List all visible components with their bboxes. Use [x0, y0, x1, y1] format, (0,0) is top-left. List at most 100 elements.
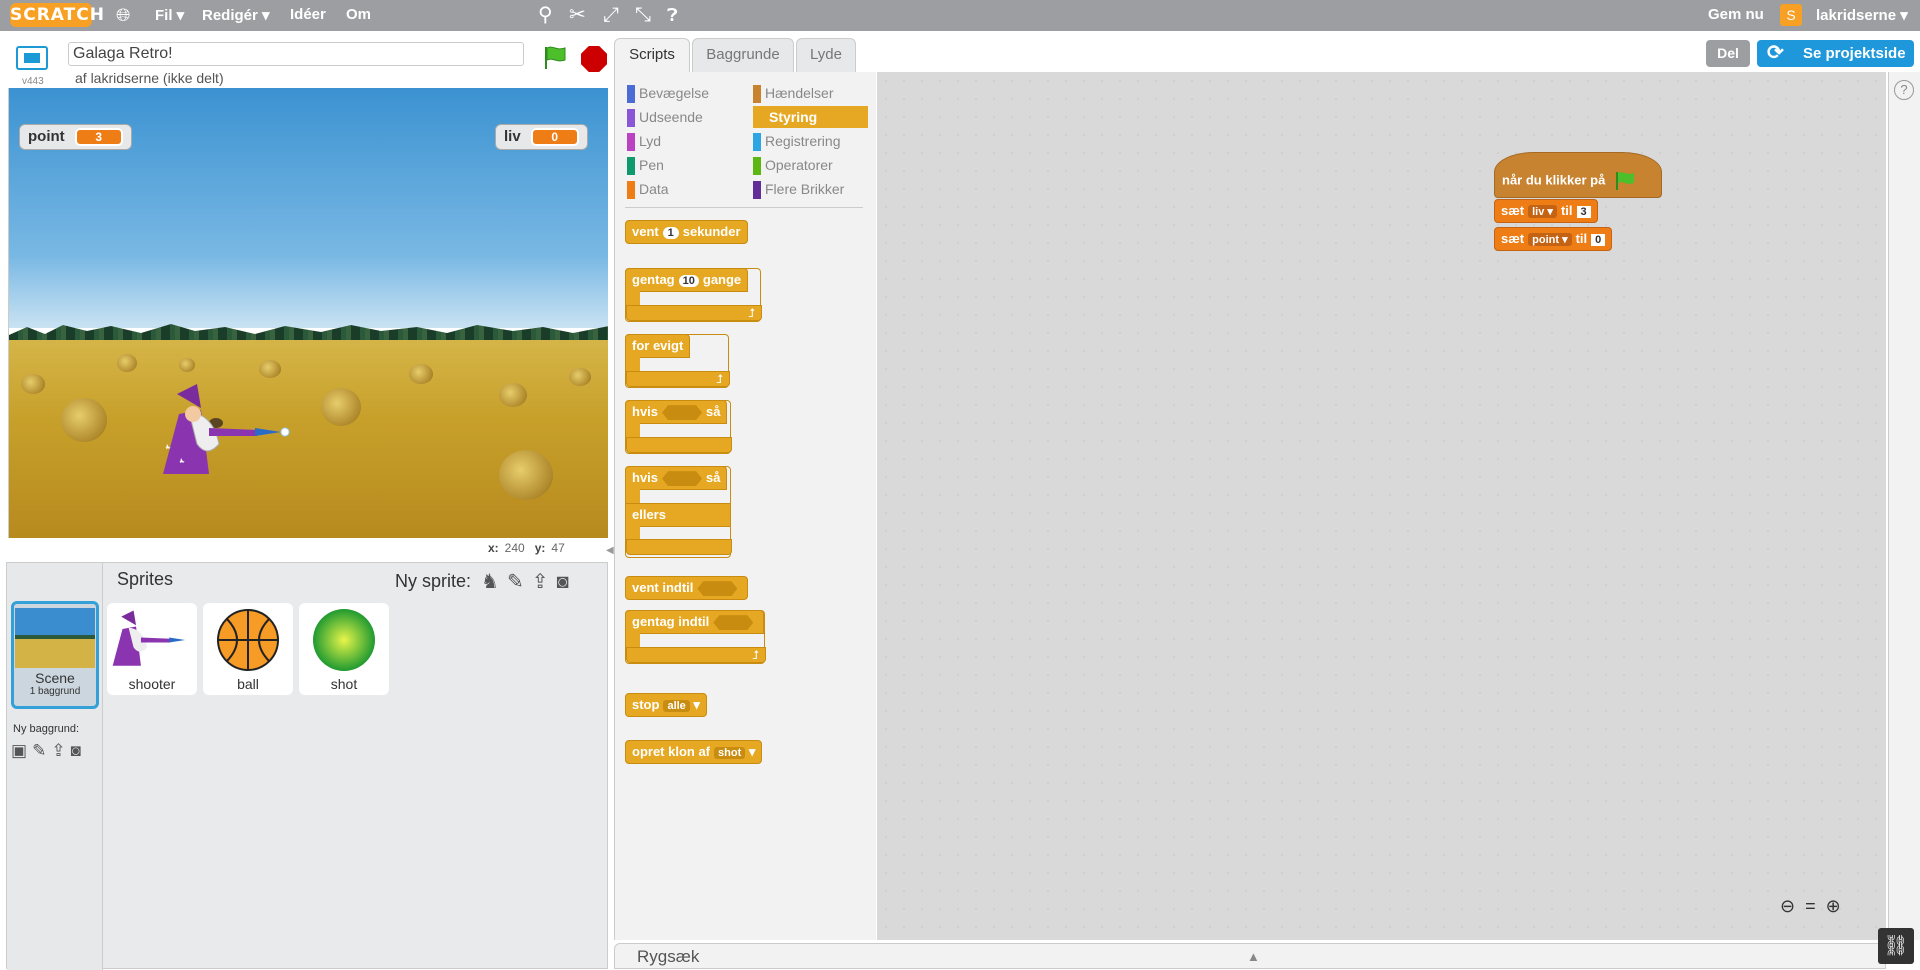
block-wait[interactable]: vent 1 sekunder	[625, 220, 748, 244]
user-avatar-icon[interactable]: S	[1780, 4, 1802, 26]
shooter-sprite[interactable]	[157, 384, 297, 480]
share-button[interactable]: Del	[1706, 40, 1750, 67]
paint-backdrop-icon[interactable]: ✎	[32, 741, 51, 760]
fullscreen-icon[interactable]	[16, 46, 48, 70]
backdrop-library-icon[interactable]: ▣	[11, 741, 32, 760]
duplicate-stamp-icon[interactable]: ⚲	[538, 4, 553, 26]
hay-bale	[179, 358, 195, 372]
block-repeat[interactable]: gentag 10 gange ⮥	[625, 268, 762, 322]
hay-bale	[21, 374, 45, 394]
block-wait-until[interactable]: vent indtil	[625, 576, 749, 600]
paint-sprite-icon[interactable]: ✎	[507, 571, 532, 593]
block-if-else[interactable]: hvis så ellers	[625, 466, 732, 558]
sprite-thumb-ball	[217, 609, 279, 671]
zoom-in-icon[interactable]: ⊕	[1826, 896, 1851, 916]
scene-thumbnail[interactable]: Scene 1 baggrund	[11, 601, 99, 709]
block-if-then[interactable]: hvis så	[625, 400, 732, 454]
variable-monitor-liv[interactable]: liv 0	[495, 124, 588, 150]
block-stop[interactable]: stop alle ▾	[625, 693, 707, 717]
version-label: v443	[22, 76, 44, 87]
hat-label: når du klikker på	[1502, 172, 1606, 188]
user-menu[interactable]: lakridserne ▾	[1816, 6, 1908, 24]
upload-sprite-icon[interactable]: ⇪	[532, 571, 557, 593]
camera-sprite-icon[interactable]: ◙	[556, 571, 576, 593]
expand-arrow-icon[interactable]: ▲	[1247, 949, 1260, 964]
menu-file[interactable]: Fil ▾	[155, 6, 184, 24]
set-variable-block[interactable]: sæt liv ▾ til 3	[1494, 199, 1598, 223]
project-page-button[interactable]: ⟳ Se projektside	[1757, 40, 1914, 67]
zoom-out-icon[interactable]: ⊖	[1780, 896, 1805, 916]
category-swatch	[627, 157, 635, 175]
when-flag-clicked-block[interactable]: når du klikker på	[1494, 152, 1662, 198]
variable-value: 3	[74, 128, 123, 146]
loop-arrow-icon: ⮥	[626, 647, 766, 663]
category-events[interactable]: Hændelser	[753, 82, 868, 104]
stage-header: v443 af lakridserne (ikke delt)	[8, 40, 608, 88]
category-more-blocks[interactable]: Flere Brikker	[753, 178, 868, 200]
mouse-coords: x: 240 y: 47	[488, 541, 565, 555]
green-flag-icon[interactable]	[541, 45, 569, 71]
backpack-bar[interactable]: Rygsæk ▲	[614, 943, 1886, 969]
category-swatch	[753, 181, 761, 199]
menu-edit[interactable]: Redigér ▾	[202, 6, 270, 24]
right-strip	[1888, 72, 1920, 940]
category-swatch	[627, 181, 635, 199]
category-control[interactable]: Styring	[753, 106, 868, 128]
help-icon[interactable]: ?	[1894, 80, 1914, 100]
menu-ideas[interactable]: Idéer	[290, 6, 326, 23]
sprite-library-icon[interactable]: ♞	[481, 571, 507, 593]
category-swatch	[627, 133, 635, 151]
help-icon[interactable]: ❓︎	[667, 4, 678, 26]
cut-icon[interactable]: ✂	[569, 4, 586, 26]
zoom-reset-icon[interactable]: =	[1805, 896, 1826, 916]
variable-monitor-point[interactable]: point 3	[19, 124, 132, 150]
stop-icon[interactable]	[581, 46, 607, 72]
hay-bale	[409, 364, 433, 384]
tab-sounds[interactable]: Lyde	[796, 38, 856, 72]
variable-dropdown[interactable]: point ▾	[1528, 233, 1572, 246]
grow-icon[interactable]: ⤢	[603, 4, 619, 26]
category-motion[interactable]: Bevægelse	[627, 82, 742, 104]
category-data[interactable]: Data	[627, 178, 742, 200]
category-pen[interactable]: Pen	[627, 154, 742, 176]
category-operators[interactable]: Operatorer	[753, 154, 868, 176]
variable-value: 0	[530, 128, 579, 146]
value-input[interactable]: 3	[1576, 206, 1591, 218]
block-forever[interactable]: for evigt ⮥	[625, 334, 730, 388]
scratch-logo[interactable]: SCRATCH	[10, 3, 104, 27]
tab-backdrops[interactable]: Baggrunde	[692, 38, 794, 72]
stage[interactable]: point 3 liv 0	[8, 88, 608, 538]
globe-icon[interactable]: 🌐︎	[116, 4, 130, 26]
shrink-icon[interactable]: ⤡	[635, 4, 651, 26]
loop-arrow-icon: ⮥	[626, 371, 730, 387]
set-variable-block[interactable]: sæt point ▾ til 0	[1494, 227, 1613, 251]
sprites-header: Sprites	[117, 569, 174, 589]
sprite-tile-shooter[interactable]: shooter	[107, 603, 197, 695]
tab-scripts[interactable]: Scripts	[614, 38, 690, 72]
sprite-thumb-shot	[313, 609, 375, 671]
collapse-stage-icon[interactable]: ◀	[606, 545, 614, 556]
category-sound[interactable]: Lyd	[627, 130, 742, 152]
value-input[interactable]: 0	[1591, 234, 1606, 246]
script-area[interactable]	[877, 72, 1886, 940]
extension-link-icon[interactable]: ⛓	[1878, 928, 1914, 964]
block-create-clone[interactable]: opret klon af shot ▾	[625, 740, 763, 764]
save-now-link[interactable]: Gem nu	[1708, 6, 1764, 23]
category-sensing[interactable]: Registrering	[753, 130, 868, 152]
menu-about[interactable]: Om	[346, 6, 371, 23]
category-swatch	[753, 133, 761, 151]
green-flag-icon	[1615, 172, 1634, 190]
variable-dropdown[interactable]: liv ▾	[1528, 205, 1557, 218]
category-looks[interactable]: Udseende	[627, 106, 742, 128]
variable-name: liv	[504, 128, 521, 145]
sprite-tile-ball[interactable]: ball	[203, 603, 293, 695]
sprite-tile-shot[interactable]: shot	[299, 603, 389, 695]
category-swatch	[627, 109, 635, 127]
new-backdrop-label: Ny baggrund:	[13, 723, 80, 735]
block-repeat-until[interactable]: gentag indtil ⮥	[625, 610, 766, 664]
scene-column: Scene 1 baggrund Ny baggrund: ▣✎⇪◙	[7, 563, 103, 970]
project-title-input[interactable]	[68, 42, 524, 66]
camera-backdrop-icon[interactable]: ◙	[71, 741, 86, 760]
project-page-label: Se projektside	[1803, 45, 1906, 62]
upload-backdrop-icon[interactable]: ⇪	[51, 741, 70, 760]
